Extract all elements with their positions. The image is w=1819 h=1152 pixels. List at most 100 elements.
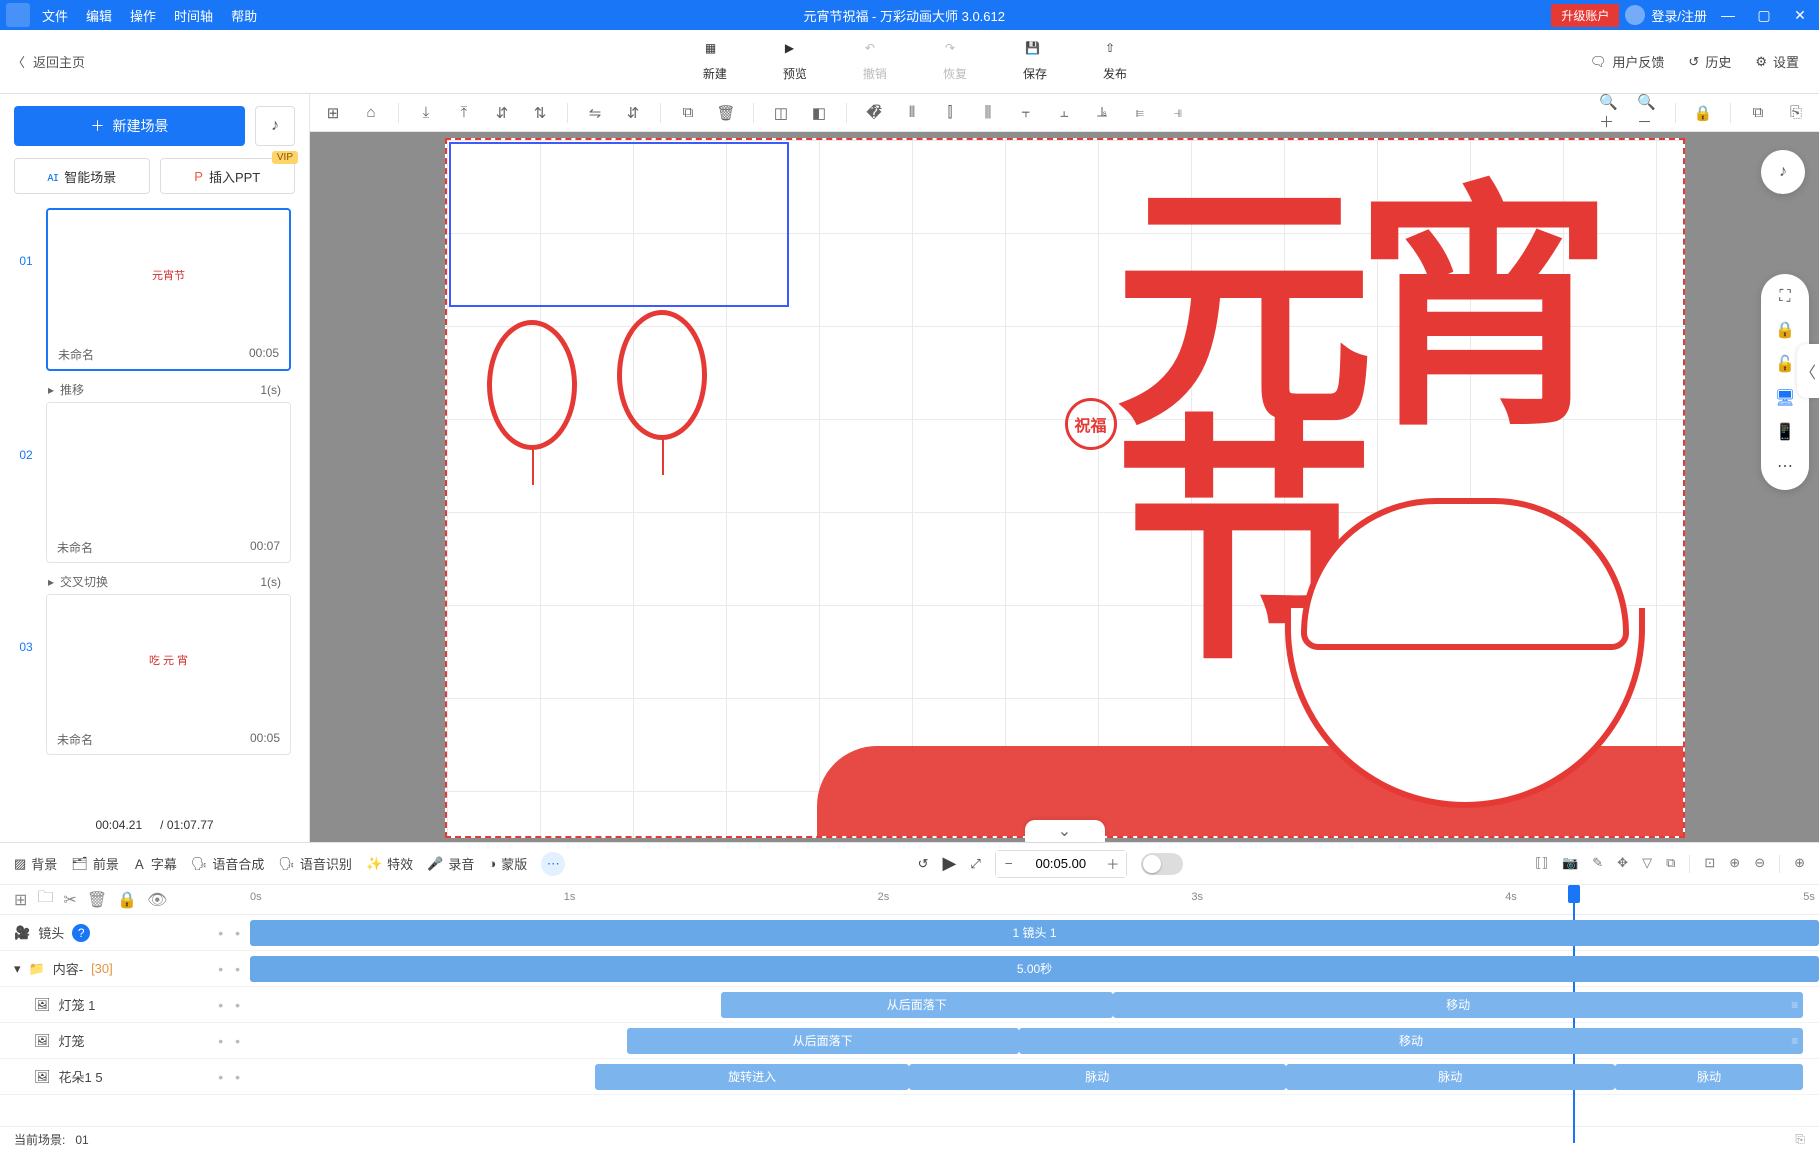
- more-tools-button[interactable]: ⋯: [541, 852, 565, 876]
- crop-icon[interactable]: ◫: [770, 102, 792, 124]
- scene-card[interactable]: 元宵节 未命名00:05: [46, 208, 291, 371]
- record-button[interactable]: 🎤录音: [427, 854, 474, 873]
- collapse-timeline-icon[interactable]: ⌄: [1025, 820, 1105, 842]
- timeline-clip[interactable]: 移动≡: [1019, 1028, 1804, 1054]
- publish-button[interactable]: ⇧发布: [1103, 41, 1127, 82]
- background-button[interactable]: ▨背景: [14, 854, 57, 873]
- close-icon[interactable]: ✕: [1785, 0, 1815, 30]
- help-badge-icon[interactable]: ?: [72, 924, 90, 942]
- timeline-clip[interactable]: 从后面落下: [627, 1028, 1019, 1054]
- align-vcenter-icon[interactable]: ⇵: [491, 102, 513, 124]
- smart-scene-button[interactable]: ᴀɪ智能场景: [14, 158, 150, 194]
- scene-item[interactable]: 03 吃 元 宵 未命名00:05: [14, 594, 291, 755]
- feedback-button[interactable]: 🗨用户反馈: [1590, 52, 1665, 71]
- fullscreen-icon[interactable]: ⤢: [970, 856, 980, 872]
- fit-icon[interactable]: ⊡: [1704, 855, 1715, 873]
- track-lock-icon[interactable]: 🔒: [117, 890, 137, 910]
- more-icon[interactable]: ⋯: [1777, 456, 1793, 476]
- insert-ppt-button[interactable]: P插入PPTVIP: [160, 158, 296, 194]
- scene-card[interactable]: 吃 元 宵 未命名00:05: [46, 594, 291, 755]
- sheet-icon[interactable]: ⎘: [1795, 1132, 1805, 1147]
- keyframe-in-icon[interactable]: ⟦⟧: [1535, 855, 1548, 873]
- track-dot-icon[interactable]: •: [235, 1033, 240, 1049]
- align-hcenter-icon[interactable]: ⫴: [901, 102, 923, 124]
- distribute-h-icon[interactable]: ⫼: [977, 102, 999, 124]
- edit-tool-icon[interactable]: ✎: [1592, 855, 1603, 873]
- cut-icon[interactable]: ✂: [63, 890, 76, 910]
- time-input[interactable]: [1022, 856, 1100, 871]
- distribute-v-icon[interactable]: ⫢: [1129, 102, 1151, 124]
- spacing-icon[interactable]: ⫣: [1167, 102, 1189, 124]
- foreground-button[interactable]: 🗂前景: [71, 854, 119, 873]
- scene-item[interactable]: 02 未命名00:07: [14, 402, 291, 563]
- desktop-preview-icon[interactable]: 🖥: [1775, 388, 1795, 408]
- effect-button[interactable]: ✨特效: [366, 854, 413, 873]
- align-left-icon[interactable]: �ີ: [863, 102, 885, 124]
- align-right-icon[interactable]: ⫿: [939, 102, 961, 124]
- scene-music-button[interactable]: ♪: [255, 106, 295, 146]
- expand-right-panel-icon[interactable]: 〈: [1797, 344, 1819, 398]
- zoom-out-timeline-icon[interactable]: ⊖: [1754, 855, 1765, 873]
- scene-transition[interactable]: ▸推移1(s): [14, 377, 291, 402]
- caret-down-icon[interactable]: ▾: [14, 961, 21, 977]
- selection-box[interactable]: [449, 142, 789, 307]
- track-dot-icon[interactable]: •: [218, 961, 223, 977]
- new-scene-button[interactable]: ＋新建场景: [14, 106, 245, 146]
- undo-button[interactable]: ↶撤销: [863, 41, 887, 82]
- track-dot-icon[interactable]: •: [218, 997, 223, 1013]
- track-dot-icon[interactable]: •: [235, 997, 240, 1013]
- timeline-clip[interactable]: 旋转进入: [595, 1064, 909, 1090]
- snapshot-icon[interactable]: 📷: [1562, 855, 1578, 873]
- paste-icon[interactable]: ⎘: [1785, 102, 1807, 124]
- track-dot-icon[interactable]: •: [218, 925, 223, 941]
- align-vspread-icon[interactable]: ⇅: [529, 102, 551, 124]
- timeline-ruler[interactable]: 0s 1s 2s 3s 4s 5s: [250, 885, 1819, 914]
- lock-icon[interactable]: 🔒: [1692, 102, 1714, 124]
- unlock-icon[interactable]: 🔓: [1775, 354, 1795, 374]
- scene-card[interactable]: 未命名00:07: [46, 402, 291, 563]
- menu-action[interactable]: 操作: [130, 6, 156, 25]
- timeline-clip[interactable]: 脉动: [1615, 1064, 1803, 1090]
- asr-button[interactable]: 🗣语音识别: [278, 854, 352, 873]
- playhead[interactable]: [1568, 885, 1580, 903]
- marker-icon[interactable]: ✥: [1617, 855, 1628, 873]
- timeline-clip[interactable]: 脉动: [1286, 1064, 1615, 1090]
- trash-icon[interactable]: 🗑: [87, 890, 107, 910]
- zoom-in-icon[interactable]: 🔍＋: [1599, 102, 1621, 124]
- filter-icon[interactable]: ▽: [1642, 855, 1652, 873]
- maximize-icon[interactable]: ▢: [1749, 0, 1779, 30]
- menu-edit[interactable]: 编辑: [86, 6, 112, 25]
- add-scene-track-icon[interactable]: ⊞: [14, 890, 27, 910]
- floating-music-button[interactable]: ♪: [1761, 150, 1805, 194]
- rewind-icon[interactable]: ↺: [918, 856, 929, 872]
- clip-handle-icon[interactable]: ≡: [1791, 1034, 1801, 1048]
- menu-help[interactable]: 帮助: [231, 6, 257, 25]
- timeline-clip[interactable]: 1 镜头 1: [250, 920, 1819, 946]
- zoom-out-icon[interactable]: 🔍－: [1637, 102, 1659, 124]
- timeline-clip[interactable]: 移动≡: [1113, 992, 1803, 1018]
- login-button[interactable]: 登录/注册: [1651, 6, 1707, 25]
- align-top2-icon[interactable]: ⫟: [1015, 102, 1037, 124]
- align-bottom-icon[interactable]: ⤓: [415, 102, 437, 124]
- timeline-clip[interactable]: 5.00秒: [250, 956, 1819, 982]
- align-mid2-icon[interactable]: ⫠: [1053, 102, 1075, 124]
- mobile-preview-icon[interactable]: 📱: [1775, 422, 1795, 442]
- mask-button[interactable]: ◑蒙版: [488, 854, 527, 873]
- settings-button[interactable]: ⚙设置: [1755, 52, 1799, 71]
- track-dot-icon[interactable]: •: [235, 925, 240, 941]
- menu-timeline[interactable]: 时间轴: [174, 6, 213, 25]
- new-button[interactable]: ▦新建: [703, 41, 727, 82]
- copy-icon[interactable]: ⧉: [1747, 102, 1769, 124]
- align-bot2-icon[interactable]: ⫡: [1091, 102, 1113, 124]
- clip-handle-icon[interactable]: ≡: [1791, 998, 1801, 1012]
- time-increment-button[interactable]: ＋: [1100, 851, 1126, 877]
- lantern-shape[interactable]: [487, 320, 577, 450]
- track-dot-icon[interactable]: •: [218, 1069, 223, 1085]
- menu-file[interactable]: 文件: [42, 6, 68, 25]
- timeline-clip[interactable]: 从后面落下: [721, 992, 1113, 1018]
- delete-icon[interactable]: 🗑: [715, 102, 737, 124]
- ruler-toggle-icon[interactable]: ⊞: [322, 102, 344, 124]
- add-track-icon[interactable]: ⊕: [1794, 855, 1805, 873]
- subtitle-button[interactable]: Ａ字幕: [133, 854, 177, 873]
- flip-v-icon[interactable]: ⇵: [622, 102, 644, 124]
